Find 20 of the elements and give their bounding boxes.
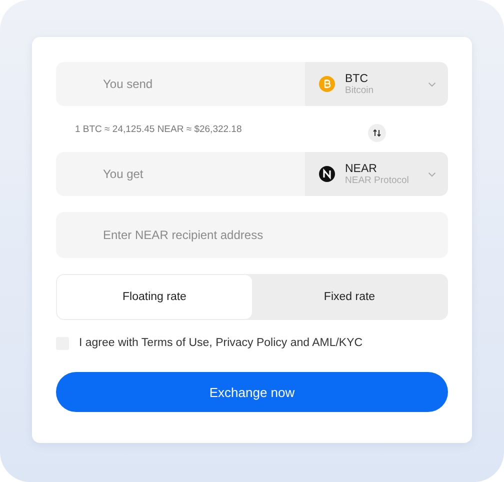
exchange-rate: 1 BTC ≈ 24,125.45 NEAR ≈ $26,322.18 [75, 124, 243, 134]
currency-code: BTC [345, 72, 369, 84]
rate-tab[interactable]: Floating rate [57, 275, 252, 319]
currency-name: NEAR Protocol [345, 174, 410, 186]
currency-name: Bitcoin [345, 84, 375, 96]
swap-button[interactable] [368, 124, 386, 142]
coin-icon [319, 166, 335, 182]
currency-selector[interactable]: NEAR NEAR Protocol [305, 152, 448, 196]
amount-field[interactable]: You send [56, 62, 305, 106]
currency-code: NEAR [345, 162, 378, 174]
swap-icon [372, 128, 382, 138]
address-field[interactable]: Enter NEAR recipient address [56, 212, 448, 258]
currency-selector[interactable]: BTC Bitcoin [305, 62, 448, 106]
amount-field[interactable]: You get [56, 152, 305, 196]
coin-icon [319, 76, 335, 92]
exchange-button[interactable]: Exchange now [56, 372, 448, 412]
chevron-icon [428, 172, 436, 176]
chevron-icon [428, 82, 436, 86]
rate-tab[interactable]: Fixed rate [252, 275, 447, 319]
agreement-label: I agree with Terms of Use, Privacy Policy and AML/KYC [79, 337, 363, 349]
